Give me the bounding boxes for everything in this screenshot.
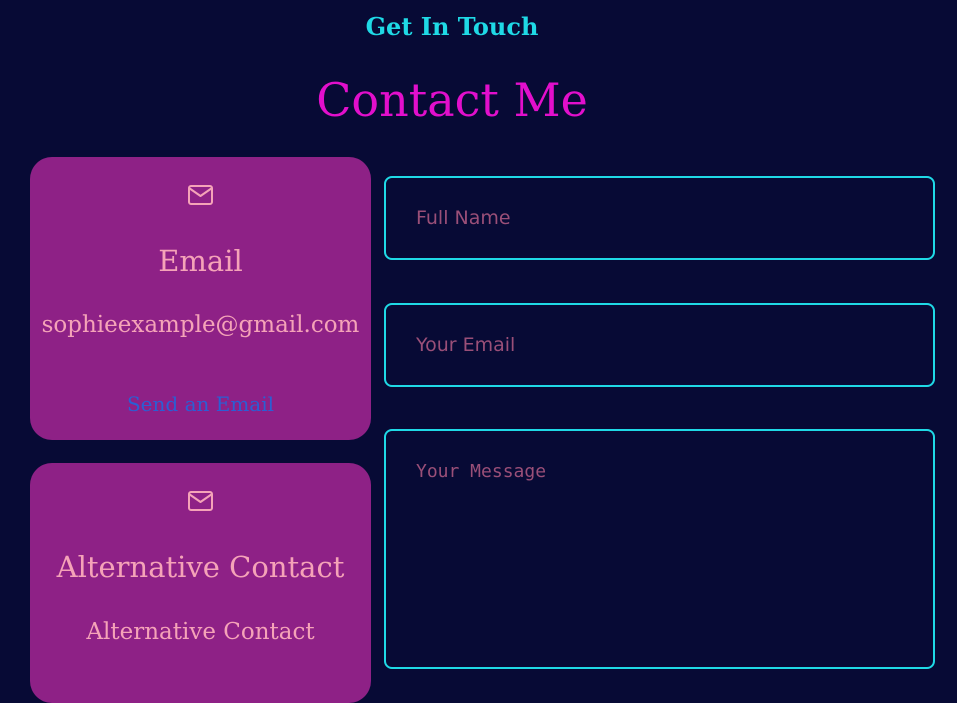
email-input[interactable] xyxy=(384,303,935,387)
email-card-title: Email xyxy=(158,244,243,278)
section-eyebrow: Get In Touch xyxy=(365,12,539,41)
full-name-input[interactable] xyxy=(384,176,935,260)
mail-icon xyxy=(187,490,214,512)
alternative-contact-card: Alternative Contact Alternative Contact xyxy=(30,463,371,703)
alternative-card-title: Alternative Contact xyxy=(56,550,345,584)
email-card: Email sophieexample@gmail.com Send an Em… xyxy=(30,157,371,440)
alternative-contact-value: Alternative Contact xyxy=(86,619,315,645)
send-email-link[interactable]: Send an Email xyxy=(30,390,371,418)
email-address: sophieexample@gmail.com xyxy=(41,312,360,338)
message-textarea[interactable] xyxy=(384,429,935,669)
page-title: Contact Me xyxy=(316,73,588,127)
mail-icon xyxy=(187,184,214,206)
